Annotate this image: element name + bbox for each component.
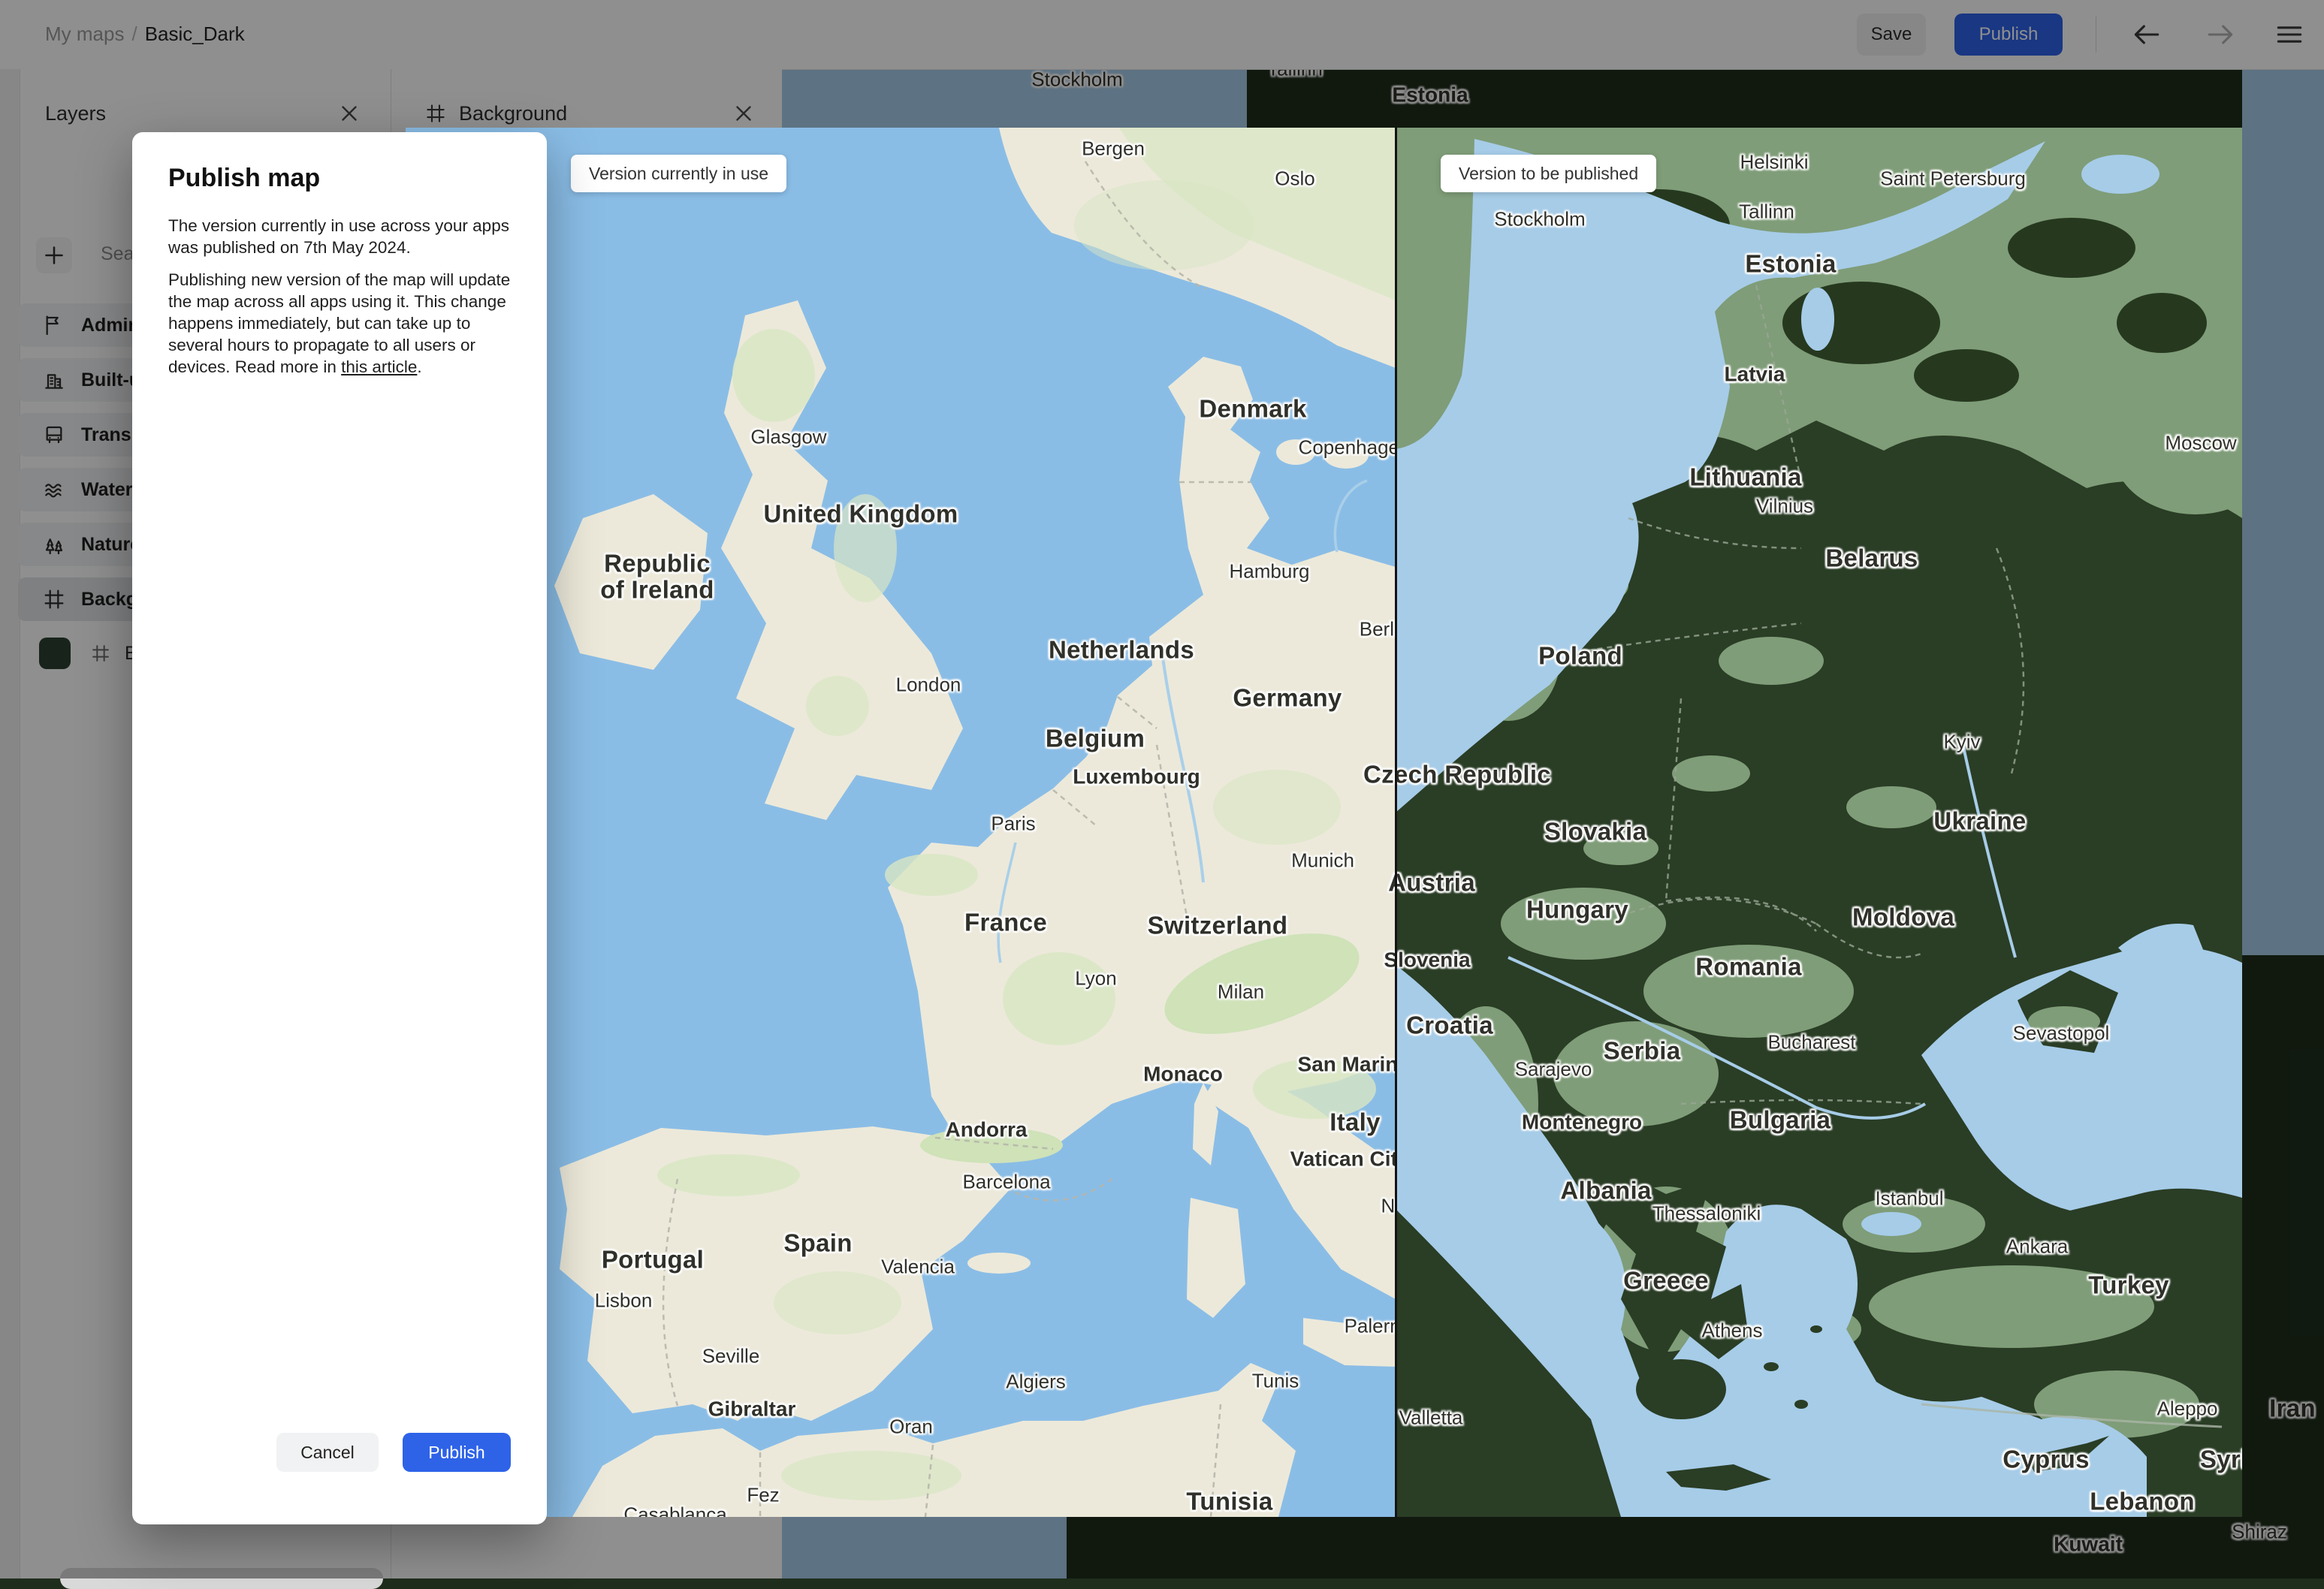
- map-label: Latvia: [1724, 362, 1785, 386]
- map-label: Lebanon: [2090, 1487, 2195, 1515]
- map-label: Vatican City: [1290, 1147, 1396, 1171]
- map-label: Italy: [1330, 1108, 1381, 1136]
- map-label: Slovakia: [1544, 817, 1647, 846]
- version-compare-panel: Bergen Oslo Glasgow United Kingdom Republic …: [406, 128, 2242, 1517]
- map-label: Glasgow: [750, 425, 827, 448]
- map-label: Munich: [1291, 849, 1354, 872]
- map-label: Portugal: [601, 1245, 705, 1274]
- map-label: Albania: [1560, 1176, 1652, 1205]
- map-label: Palermo: [1344, 1314, 1396, 1337]
- map-label: Netherlands: [1048, 635, 1195, 664]
- map-label: Lithuania: [1689, 463, 1802, 491]
- map-label: Tunis: [1251, 1369, 1299, 1392]
- publish-confirm-button[interactable]: Publish: [403, 1433, 511, 1472]
- cancel-button[interactable]: Cancel: [276, 1433, 379, 1472]
- map-label: Montenegro: [1521, 1110, 1643, 1134]
- map-label: Stockholm: [1494, 207, 1586, 231]
- map-label: Belgium: [1045, 724, 1145, 752]
- map-label: Andorra: [945, 1117, 1028, 1141]
- map-label: Istanbul: [1875, 1186, 1944, 1210]
- publish-map-dialog: Publish map The version currently in use…: [132, 132, 547, 1524]
- map-label: Thessaloniki: [1652, 1202, 1761, 1225]
- map-label: Tallinn: [1739, 200, 1794, 223]
- dialog-paragraph-2-suffix: .: [417, 357, 422, 376]
- map-label: Slovenia: [1396, 948, 1471, 972]
- map-label: Czech Republic: [1363, 760, 1396, 788]
- map-label: Germany: [1233, 683, 1342, 712]
- map-label: Berlin: [1359, 617, 1396, 641]
- map-label: Estonia: [1745, 249, 1837, 278]
- map-label: Sarajevo: [1514, 1057, 1592, 1081]
- dialog-paragraph-1: The version currently in use across your…: [168, 216, 509, 257]
- map-label: Moldova: [1852, 903, 1954, 931]
- map-label: Helsinki: [1740, 150, 1809, 173]
- map-label: Moscow: [2165, 431, 2237, 454]
- map-label: Slovenia: [1384, 948, 1396, 972]
- map-label: London: [895, 673, 961, 696]
- dark-map-canvas: [1396, 128, 2242, 1517]
- map-label: Oran: [889, 1415, 933, 1438]
- map-label: Bulgaria: [1729, 1105, 1831, 1134]
- map-label: Monaco: [1143, 1062, 1223, 1086]
- map-label: Athens: [1701, 1319, 1763, 1342]
- map-label: Turkey: [2088, 1271, 2169, 1299]
- map-new-version[interactable]: Helsinki Saint Petersburg Stockholm Tallinn…: [1396, 128, 2242, 1517]
- light-map-canvas: [406, 128, 1396, 1517]
- map-label: Bergen: [1082, 137, 1145, 160]
- map-label: Lisbon: [594, 1289, 653, 1312]
- map-label: Kyiv: [1943, 730, 1981, 753]
- map-label: Ukraine: [1933, 807, 2027, 835]
- map-label: Denmark: [1199, 394, 1307, 423]
- map-label: San Marino: [1297, 1052, 1396, 1076]
- map-label: Oslo: [1275, 167, 1315, 190]
- map-label: United Kingdom: [763, 499, 958, 528]
- map-label: Poland: [1538, 641, 1622, 670]
- this-article-link[interactable]: this article: [341, 357, 417, 376]
- map-label: Valletta: [1399, 1406, 1463, 1429]
- version-new-badge: Version to be published: [1441, 155, 1657, 192]
- map-label: Casablanca: [623, 1503, 727, 1517]
- map-label: Syria: [2199, 1445, 2242, 1473]
- map-label: Lyon: [1075, 966, 1117, 990]
- map-label: Paris: [991, 812, 1036, 835]
- map-label: Saint Petersburg: [1880, 167, 2026, 190]
- dialog-title: Publish map: [168, 164, 321, 192]
- map-label: Serbia: [1603, 1036, 1681, 1065]
- map-label: Barcelona: [962, 1170, 1051, 1193]
- map-label: Tunisia: [1186, 1487, 1273, 1515]
- compare-divider[interactable]: [1395, 128, 1397, 1517]
- map-label: Bucharest: [1767, 1030, 1856, 1054]
- map-label: Spain: [783, 1229, 853, 1257]
- map-label: Sevastopol: [2012, 1021, 2110, 1045]
- dialog-paragraph-2-text: Publishing new version of the map will u…: [168, 270, 511, 376]
- map-label: Ankara: [2006, 1235, 2069, 1258]
- map-label: Republic of Ireland: [600, 549, 714, 603]
- map-label: Copenhagen: [1298, 436, 1396, 459]
- dialog-paragraph-2: Publishing new version of the map will u…: [168, 269, 515, 378]
- map-label: Algiers: [1006, 1370, 1066, 1393]
- map-label: Gibraltar: [708, 1397, 796, 1421]
- map-label: Hamburg: [1229, 559, 1310, 583]
- map-label: France: [964, 908, 1048, 936]
- map-label: Seville: [702, 1344, 760, 1367]
- map-label: Luxembourg: [1073, 764, 1200, 788]
- map-label: Naples: [1381, 1194, 1396, 1217]
- version-current-badge: Version currently in use: [571, 155, 787, 192]
- map-label: Aleppo: [2156, 1397, 2218, 1420]
- map-label: Romania: [1695, 952, 1802, 981]
- map-label: Croatia: [1406, 1011, 1493, 1039]
- map-current-version[interactable]: Bergen Oslo Glasgow United Kingdom Republic …: [406, 128, 1396, 1517]
- map-label: Milan: [1217, 980, 1265, 1003]
- map-label: Valencia: [881, 1255, 955, 1278]
- map-label: Austria: [1396, 868, 1475, 897]
- map-label: Czech Republic: [1396, 760, 1551, 788]
- map-label: Fez: [747, 1483, 780, 1506]
- map-label: Cyprus: [2003, 1445, 2090, 1473]
- map-label: Greece: [1623, 1266, 1709, 1295]
- map-label: Hungary: [1526, 895, 1628, 924]
- map-label: Vilnius: [1755, 494, 1814, 517]
- map-label: Switzerland: [1147, 911, 1288, 939]
- map-label: Belarus: [1825, 544, 1918, 572]
